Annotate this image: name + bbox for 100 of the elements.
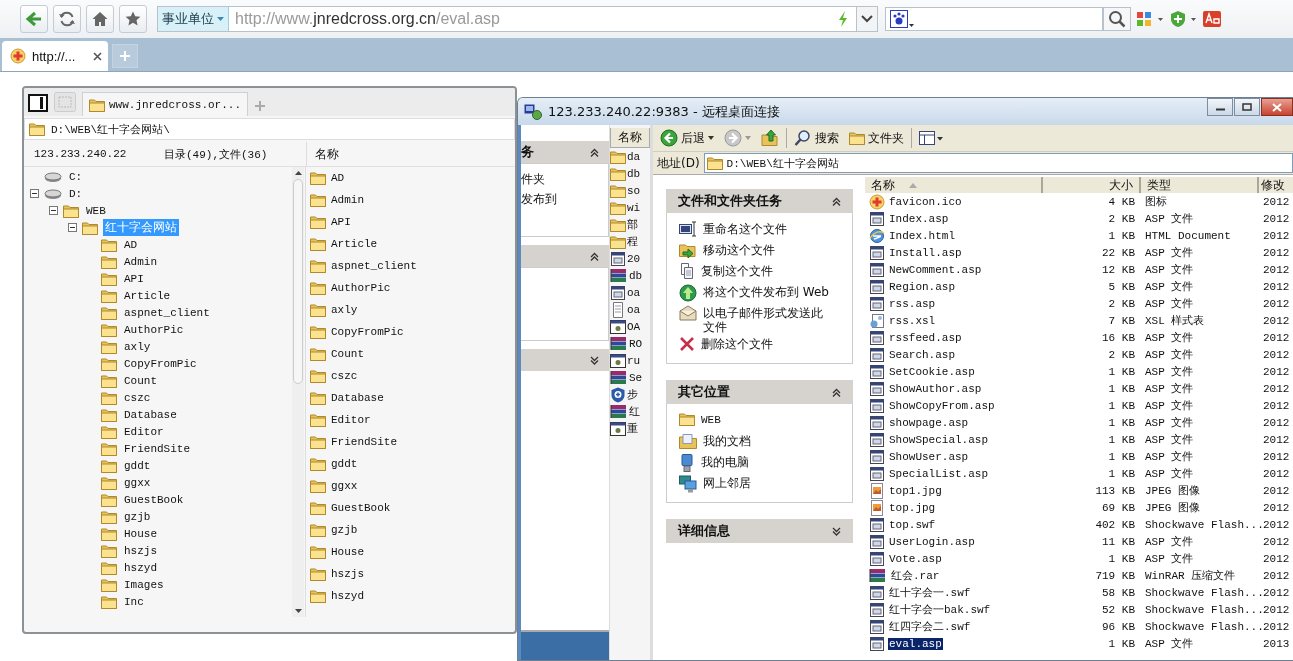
collapse-icon[interactable]	[68, 223, 77, 232]
network-icon[interactable]	[679, 475, 697, 493]
apps-icon[interactable]	[1136, 11, 1164, 27]
task-link[interactable]: WEB	[701, 411, 829, 427]
file-name[interactable]: top.jpg	[888, 501, 937, 514]
tree-item[interactable]: cszc	[122, 391, 153, 404]
tree-item[interactable]: D:	[67, 187, 85, 200]
rename-icon[interactable]	[679, 221, 697, 237]
tree-item[interactable]: House	[122, 527, 159, 540]
pane-header[interactable]: 详细信息	[666, 519, 853, 543]
folder-name[interactable]: Database	[331, 392, 384, 404]
file-name[interactable]: so	[627, 184, 641, 197]
file-name[interactable]: NewComment.asp	[888, 263, 983, 276]
file-name[interactable]: wi	[627, 201, 641, 214]
folder-icon[interactable]	[89, 97, 105, 112]
chevron-down-icon[interactable]	[861, 15, 873, 23]
search-field[interactable]	[885, 7, 1103, 31]
file-name[interactable]: ShowAuthor.asp	[888, 382, 983, 395]
tree-item[interactable]: FriendSite	[122, 442, 192, 455]
file-name[interactable]: 红	[629, 404, 640, 419]
file-name[interactable]: ShowCopyFrom.asp	[888, 399, 996, 412]
file-name[interactable]: UserLogin.asp	[888, 535, 976, 548]
file-name[interactable]: oa	[627, 303, 641, 316]
tree-item[interactable]: AD	[122, 238, 140, 251]
file-name[interactable]: 红十字会一.swf	[888, 585, 972, 600]
folder-name[interactable]: Article	[331, 238, 378, 250]
file-name[interactable]: ru	[627, 354, 641, 367]
search-button[interactable]: 搜索	[791, 127, 842, 149]
scope-dropdown[interactable]: 事业单位	[158, 7, 229, 31]
folder-name[interactable]: Editor	[331, 414, 371, 426]
file-name[interactable]: rssfeed.asp	[888, 331, 963, 344]
forward-icon[interactable]	[724, 129, 742, 147]
collapse-icon[interactable]	[30, 189, 39, 198]
column-header[interactable]: 名称	[865, 177, 1043, 193]
column-header[interactable]: 修改	[1259, 177, 1293, 193]
tree-item[interactable]: Database	[122, 408, 179, 421]
file-name[interactable]: rss.asp	[888, 297, 937, 310]
file-name[interactable]: da	[627, 150, 641, 163]
tree-item[interactable]: API	[122, 272, 146, 285]
search-button[interactable]	[1103, 7, 1131, 31]
browser-tab[interactable]: http://...	[2, 41, 108, 71]
file-name[interactable]: OA	[627, 320, 641, 333]
tree-item[interactable]: Images	[122, 578, 166, 591]
paw-icon[interactable]	[890, 10, 914, 28]
folder-name[interactable]: API	[331, 216, 351, 228]
folder-name[interactable]: ggxx	[331, 480, 358, 492]
envelope-icon[interactable]	[679, 305, 697, 321]
file-name[interactable]: Region.asp	[888, 280, 956, 293]
file-name[interactable]: Search.asp	[888, 348, 956, 361]
file-name[interactable]: SetCookie.asp	[888, 365, 976, 378]
collapse-icon[interactable]	[832, 196, 841, 206]
file-name[interactable]: eval.asp	[888, 637, 943, 650]
tree-item[interactable]: Editor	[122, 425, 166, 438]
tree-item[interactable]: axly	[122, 340, 153, 353]
cross-badge-icon[interactable]	[10, 48, 26, 64]
folder-name[interactable]: AD	[331, 172, 345, 184]
back-icon[interactable]	[25, 10, 43, 28]
folder-name[interactable]: cszc	[331, 370, 358, 382]
copy-icon[interactable]	[679, 263, 695, 279]
refresh-icon[interactable]	[58, 10, 76, 28]
file-name[interactable]: 重	[627, 421, 638, 436]
delete-icon[interactable]	[679, 336, 695, 352]
task-link[interactable]: 将这个文件发布到 Web	[703, 283, 831, 299]
file-name[interactable]: Index.html	[888, 229, 956, 242]
documents-icon[interactable]	[679, 433, 697, 449]
tree-item[interactable]: WEB	[84, 204, 108, 217]
folder-name[interactable]: axly	[331, 304, 358, 316]
file-name[interactable]: top.swf	[888, 518, 937, 531]
task-link[interactable]: 我的电脑	[701, 453, 829, 469]
file-name[interactable]: ShowSpecial.asp	[888, 433, 990, 446]
folder-name[interactable]: hszyd	[331, 590, 364, 602]
file-name[interactable]: ShowUser.asp	[888, 450, 970, 463]
task-link[interactable]: 以电子邮件形式发送此文件	[703, 304, 831, 334]
tree-item[interactable]: hszyd	[122, 561, 159, 574]
back-icon[interactable]	[660, 129, 678, 147]
task-link[interactable]: 删除这个文件	[701, 335, 829, 351]
back-button[interactable]	[20, 5, 48, 33]
folder-name[interactable]: Count	[331, 348, 364, 360]
caret-icon[interactable]	[708, 136, 714, 140]
file-name[interactable]: 部	[627, 217, 638, 232]
folder-name[interactable]: House	[331, 546, 364, 558]
tree-item[interactable]: C:	[67, 170, 85, 183]
pane-link[interactable]: 发布到	[521, 189, 608, 209]
file-name[interactable]: 红会.rar	[890, 568, 941, 583]
maximize-button[interactable]	[1234, 98, 1260, 116]
forward-button[interactable]	[721, 127, 754, 149]
move-icon[interactable]	[679, 242, 697, 258]
folder-icon[interactable]	[849, 131, 865, 145]
back-button[interactable]: 后退	[657, 127, 717, 149]
folder-name[interactable]: GuestBook	[331, 502, 391, 514]
expand-icon[interactable]	[590, 355, 599, 365]
pane-header[interactable]: 务	[521, 141, 609, 163]
shield-icon[interactable]	[1169, 10, 1197, 28]
folder-name[interactable]: aspnet_client	[331, 260, 417, 272]
collapse-icon[interactable]	[590, 251, 599, 261]
tree-item[interactable]: Article	[122, 289, 173, 302]
file-name[interactable]: 步	[627, 387, 638, 402]
collapse-icon[interactable]	[590, 147, 599, 157]
tree-item[interactable]: AuthorPic	[122, 323, 186, 336]
column-header[interactable]: 名称	[610, 128, 650, 148]
